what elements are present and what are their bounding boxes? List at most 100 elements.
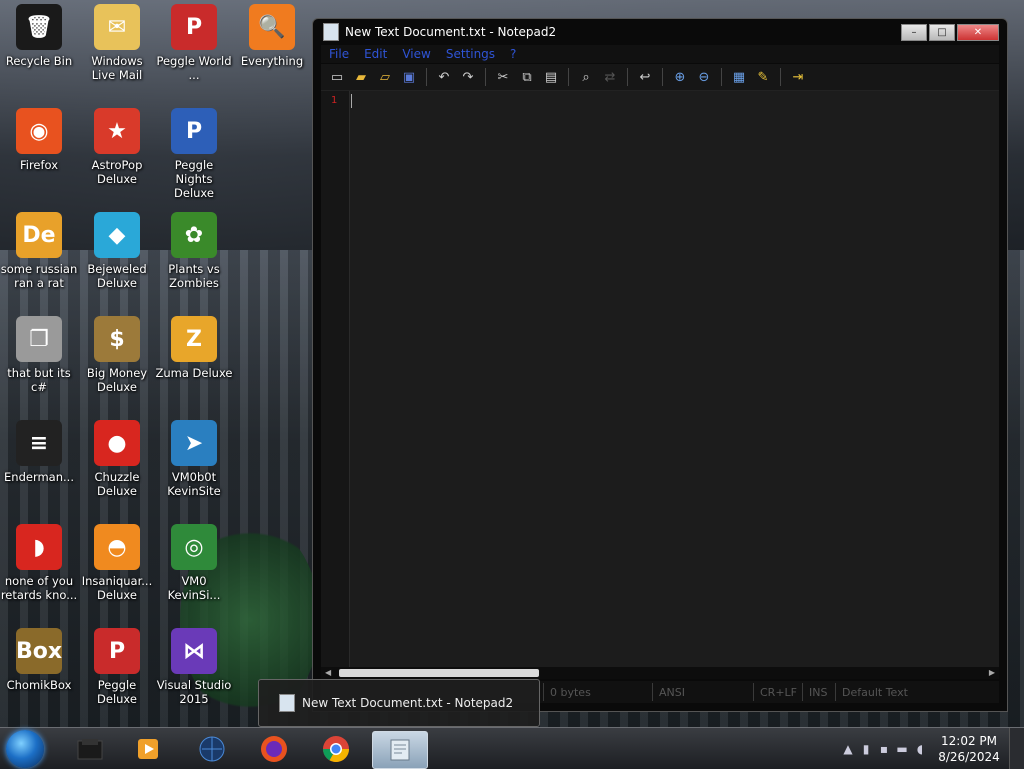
desktop-shortcut-label: Peggle World ... bbox=[156, 54, 232, 82]
desktop-shortcut[interactable]: ◓ Insaniquar... Deluxe bbox=[78, 524, 156, 602]
desktop-shortcut[interactable]: ⋈ Visual Studio 2015 bbox=[155, 628, 233, 706]
paste-icon[interactable]: ▤ bbox=[541, 67, 561, 87]
plant-icon: ✿ bbox=[171, 212, 217, 258]
status-encoding[interactable]: ANSI bbox=[652, 683, 753, 701]
zoom-in-icon[interactable]: ⊕ bbox=[670, 67, 690, 87]
show-hidden-icons-icon[interactable]: ▲ bbox=[839, 740, 857, 758]
desktop-shortcut[interactable]: P Peggle Deluxe bbox=[78, 628, 156, 706]
desktop-shortcut[interactable]: ➤ VM0b0t KevinSite bbox=[155, 420, 233, 498]
new-icon[interactable]: ▭ bbox=[327, 67, 347, 87]
close-button[interactable]: ✕ bbox=[957, 24, 999, 41]
visual-studio-icon: ⋈ bbox=[171, 628, 217, 674]
clock-date: 8/26/2024 bbox=[938, 749, 1000, 764]
exit-icon[interactable]: ⇥ bbox=[788, 67, 808, 87]
text-caret bbox=[351, 94, 352, 108]
desktop-shortcut[interactable]: ★ AstroPop Deluxe bbox=[78, 108, 156, 186]
explorer-icon[interactable] bbox=[68, 731, 112, 767]
scroll-right-icon[interactable]: ▶ bbox=[989, 668, 995, 677]
desktop-shortcut[interactable]: ❐ that but its c# bbox=[0, 316, 78, 394]
desktop-shortcut[interactable]: 🔍 Everything bbox=[233, 4, 311, 68]
desktop-shortcut[interactable]: $ Big Money Deluxe bbox=[78, 316, 156, 394]
network-adapter-icon[interactable]: ▮ bbox=[857, 740, 875, 758]
desktop-shortcut[interactable]: ◎ VM0 KevinSi... bbox=[155, 524, 233, 602]
cut-icon[interactable]: ✂ bbox=[493, 67, 513, 87]
desktop-shortcut-label: Enderman... bbox=[4, 470, 74, 484]
desktop-shortcut-label: Chuzzle Deluxe bbox=[94, 470, 140, 498]
desktop-shortcut[interactable]: De some russian ran a rat bbox=[0, 212, 78, 290]
desktop-shortcut[interactable]: ≡ Enderman... bbox=[0, 420, 78, 484]
monitor-icon[interactable]: ▬ bbox=[893, 740, 911, 758]
window-title: New Text Document.txt - Notepad2 bbox=[345, 25, 557, 39]
desktop-shortcut[interactable]: ✿ Plants vs Zombies bbox=[155, 212, 233, 290]
notepad-window[interactable]: New Text Document.txt - Notepad2 – □ ✕ F… bbox=[312, 18, 1008, 712]
volume-icon[interactable]: ◖ bbox=[911, 740, 929, 758]
desktop-shortcut[interactable]: ✉ Windows Live Mail bbox=[78, 4, 156, 82]
scroll-left-icon[interactable]: ◀ bbox=[325, 668, 331, 677]
toolbar-separator bbox=[721, 68, 722, 86]
text-editor[interactable]: 1 bbox=[321, 91, 999, 667]
horizontal-scrollbar[interactable]: ◀ ▶ bbox=[321, 667, 999, 679]
media-player-icon[interactable] bbox=[126, 731, 170, 767]
desktop-shortcut-label: VM0 KevinSi... bbox=[167, 574, 221, 602]
menu-bar: File Edit View Settings ? bbox=[321, 45, 999, 63]
zoom-out-icon[interactable]: ⊖ bbox=[694, 67, 714, 87]
desktop-shortcut[interactable]: Box ChomikBox bbox=[0, 628, 78, 692]
desktop-shortcut[interactable]: ◗ none of you retards kno... bbox=[0, 524, 78, 602]
desktop-shortcut-label: some russian ran a rat bbox=[0, 262, 78, 290]
redo-icon[interactable]: ↷ bbox=[458, 67, 478, 87]
customize-icon[interactable]: ✎ bbox=[753, 67, 773, 87]
recycle-bin-icon: 🗑 bbox=[16, 4, 62, 50]
desktop-shortcut[interactable]: Z Zuma Deluxe bbox=[155, 316, 233, 380]
notepad2-taskbar-button[interactable] bbox=[372, 731, 428, 769]
menu-edit[interactable]: Edit bbox=[364, 47, 387, 61]
desktop-shortcut-label: Plants vs Zombies bbox=[168, 262, 220, 290]
undo-icon[interactable]: ↶ bbox=[434, 67, 454, 87]
desktop-shortcut[interactable]: ● Chuzzle Deluxe bbox=[78, 420, 156, 498]
desktop-shortcut-label: Everything bbox=[240, 54, 304, 68]
desktop-shortcut[interactable]: 🗑 Recycle Bin bbox=[0, 4, 78, 68]
chrome-icon[interactable] bbox=[314, 731, 358, 767]
status-scheme[interactable]: Default Text bbox=[835, 683, 999, 701]
wordwrap-icon[interactable]: ↩ bbox=[635, 67, 655, 87]
start-button[interactable] bbox=[6, 730, 44, 768]
scheme-icon[interactable]: ▦ bbox=[729, 67, 749, 87]
menu-settings[interactable]: Settings bbox=[446, 47, 495, 61]
maximize-button[interactable]: □ bbox=[929, 24, 955, 41]
minimize-button[interactable]: – bbox=[901, 24, 927, 41]
open-icon[interactable]: ▰ bbox=[351, 67, 371, 87]
clock-time: 12:02 PM bbox=[941, 733, 997, 748]
toolbar-separator bbox=[662, 68, 663, 86]
magnifier-icon: 🔍 bbox=[249, 4, 295, 50]
bird-icon: ➤ bbox=[171, 420, 217, 466]
desktop-shortcut[interactable]: ◆ Bejeweled Deluxe bbox=[78, 212, 156, 290]
find-icon[interactable]: ⌕ bbox=[576, 67, 596, 87]
firefox-icon: ◉ bbox=[16, 108, 62, 154]
save-icon[interactable]: ▣ bbox=[399, 67, 419, 87]
taskbar-preview[interactable]: New Text Document.txt - Notepad2 bbox=[258, 679, 540, 727]
show-desktop-button[interactable] bbox=[1009, 728, 1024, 769]
menu-help[interactable]: ? bbox=[510, 47, 516, 61]
desktop-shortcut[interactable]: ◉ Firefox bbox=[0, 108, 78, 172]
menu-view[interactable]: View bbox=[402, 47, 430, 61]
desktop-shortcut-label: Bejeweled Deluxe bbox=[87, 262, 147, 290]
desktop-shortcut-label: VM0b0t KevinSite bbox=[167, 470, 221, 498]
security-icon[interactable]: ▪ bbox=[875, 740, 893, 758]
desktop-shortcut-label: Firefox bbox=[19, 158, 59, 172]
globe-icon[interactable] bbox=[190, 731, 234, 767]
firefox-icon[interactable] bbox=[252, 731, 296, 767]
status-eol[interactable]: CR+LF bbox=[753, 683, 802, 701]
title-bar[interactable]: New Text Document.txt - Notepad2 – □ ✕ bbox=[313, 19, 1007, 45]
menu-file[interactable]: File bbox=[329, 47, 349, 61]
desktop-shortcut[interactable]: P Peggle Nights Deluxe bbox=[155, 108, 233, 200]
clock[interactable]: 12:02 PM 8/26/2024 bbox=[929, 733, 1009, 765]
browse-icon[interactable]: ▱ bbox=[375, 67, 395, 87]
desktop-shortcut[interactable]: P Peggle World ... bbox=[155, 4, 233, 82]
chrome-icon: ◎ bbox=[171, 524, 217, 570]
scrollbar-thumb[interactable] bbox=[339, 669, 539, 677]
toolbar: ▭ ▰ ▱ ▣ ↶ ↷ ✂ ⧉ ▤ ⌕ ⇄ ↩ ⊕ ⊖ ▦ ✎ ⇥ bbox=[321, 64, 999, 91]
copy-icon[interactable]: ⧉ bbox=[517, 67, 537, 87]
status-ins[interactable]: INS bbox=[802, 683, 835, 701]
replace-icon[interactable]: ⇄ bbox=[600, 67, 620, 87]
desktop-shortcut-label: Visual Studio 2015 bbox=[156, 678, 232, 706]
line-number-gutter: 1 bbox=[321, 91, 350, 667]
